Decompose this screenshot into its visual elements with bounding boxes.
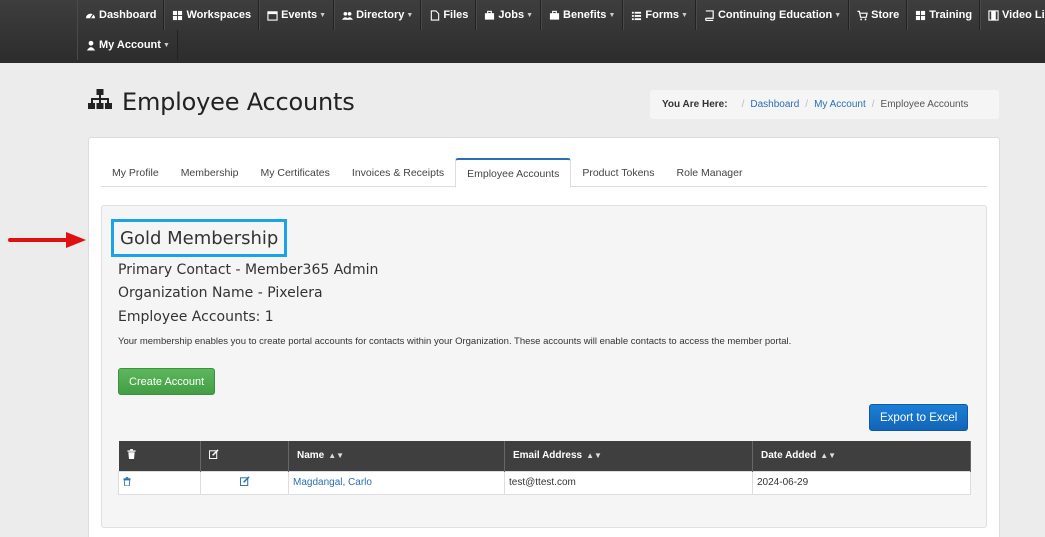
grid-icon bbox=[915, 10, 926, 21]
caret-down-icon: ▼ bbox=[526, 11, 534, 19]
top-navbar: Dashboard Workspaces Events ▼ Directory ▼ … bbox=[0, 0, 1045, 63]
column-edit bbox=[200, 441, 289, 471]
dashboard-icon bbox=[85, 10, 96, 21]
nav-my-account[interactable]: My Account ▼ bbox=[77, 30, 178, 60]
caret-down-icon: ▼ bbox=[319, 11, 327, 19]
nav-row-primary: Dashboard Workspaces Events ▼ Directory ▼ … bbox=[77, 0, 1045, 30]
account-tabs: My Profile Membership My Certificates In… bbox=[101, 158, 987, 188]
nav-directory[interactable]: Directory ▼ bbox=[334, 0, 422, 30]
list-icon bbox=[631, 10, 642, 21]
page-header: Employee Accounts bbox=[88, 88, 355, 116]
primary-contact: Primary Contact - Member365 Admin bbox=[118, 262, 379, 278]
row-date-added: 2024-06-29 bbox=[752, 470, 971, 495]
nav-training[interactable]: Training bbox=[907, 0, 981, 30]
caret-down-icon: ▼ bbox=[608, 11, 616, 19]
tab-my-profile[interactable]: My Profile bbox=[101, 158, 170, 187]
export-to-excel-button[interactable]: Export to Excel bbox=[869, 404, 969, 431]
membership-panel: Gold Membership Primary Contact - Member… bbox=[101, 205, 987, 528]
briefcase-icon bbox=[549, 10, 560, 21]
tab-employee-accounts[interactable]: Employee Accounts bbox=[455, 158, 572, 188]
employee-accounts-count: Employee Accounts: 1 bbox=[118, 309, 274, 325]
breadcrumb-label: You Are Here: bbox=[662, 99, 728, 110]
breadcrumb-my-account[interactable]: My Account bbox=[814, 99, 866, 110]
membership-title: Gold Membership bbox=[111, 219, 288, 257]
briefcase-icon bbox=[484, 10, 495, 21]
breadcrumb-current: Employee Accounts bbox=[880, 99, 969, 110]
breadcrumb-separator: / bbox=[805, 99, 809, 110]
column-delete bbox=[118, 441, 201, 471]
tab-invoices-receipts[interactable]: Invoices & Receipts bbox=[341, 158, 455, 187]
edit-icon[interactable] bbox=[239, 476, 250, 489]
nav-store[interactable]: Store bbox=[849, 0, 908, 30]
tab-role-manager[interactable]: Role Manager bbox=[666, 158, 754, 187]
tab-membership[interactable]: Membership bbox=[170, 158, 250, 187]
sort-icon: ▲▼ bbox=[586, 451, 602, 461]
employee-accounts-table: Name ▲▼ Email Address ▲▼ Date Added ▲▼ Magd… bbox=[118, 441, 971, 495]
grid-icon bbox=[172, 10, 183, 21]
nav-video-library[interactable]: Video Library bbox=[980, 0, 1045, 30]
tab-product-tokens[interactable]: Product Tokens bbox=[571, 158, 665, 187]
row-edit-cell bbox=[200, 470, 289, 495]
membership-note: Your membership enables you to create po… bbox=[118, 336, 792, 347]
breadcrumb: You Are Here: / Dashboard / My Account /… bbox=[650, 90, 999, 119]
user-icon bbox=[85, 40, 96, 51]
film-icon bbox=[988, 9, 999, 21]
column-name[interactable]: Name ▲▼ bbox=[288, 441, 505, 471]
calendar-icon bbox=[267, 10, 278, 21]
nav-files[interactable]: Files bbox=[421, 0, 477, 30]
row-email: test@ttest.com bbox=[504, 470, 753, 495]
sort-icon: ▲▼ bbox=[820, 451, 837, 461]
edit-icon bbox=[208, 449, 219, 462]
book-icon bbox=[704, 9, 715, 21]
sitemap-icon bbox=[88, 88, 112, 116]
table-header-row: Name ▲▼ Email Address ▲▼ Date Added ▲▼ bbox=[118, 441, 971, 471]
breadcrumb-dashboard[interactable]: Dashboard bbox=[750, 99, 799, 110]
breadcrumb-separator: / bbox=[741, 99, 745, 110]
tab-my-certificates[interactable]: My Certificates bbox=[249, 158, 340, 187]
nav-benefits[interactable]: Benefits ▼ bbox=[541, 0, 624, 30]
row-name[interactable]: Magdangal, Carlo bbox=[288, 470, 505, 495]
nav-continuing-education[interactable]: Continuing Education ▼ bbox=[695, 0, 850, 30]
cart-icon bbox=[857, 10, 868, 21]
sort-icon: ▲▼ bbox=[328, 451, 345, 461]
caret-down-icon: ▼ bbox=[406, 11, 414, 19]
caret-down-icon: ▼ bbox=[162, 41, 170, 49]
nav-jobs[interactable]: Jobs ▼ bbox=[476, 0, 542, 30]
trash-icon[interactable] bbox=[123, 476, 131, 489]
organization-name: Organization Name - Pixelera bbox=[118, 285, 323, 301]
trash-icon bbox=[126, 449, 136, 462]
create-account-button[interactable]: Create Account bbox=[118, 368, 216, 395]
page-title: Employee Accounts bbox=[122, 88, 355, 116]
annotation-arrow-icon bbox=[8, 232, 86, 253]
column-email[interactable]: Email Address ▲▼ bbox=[504, 441, 753, 471]
users-icon bbox=[342, 10, 354, 21]
nav-forms[interactable]: Forms ▼ bbox=[623, 0, 696, 30]
row-delete-cell bbox=[118, 470, 201, 495]
column-date-added[interactable]: Date Added ▲▼ bbox=[752, 441, 971, 471]
table-row: Magdangal, Carlo test@ttest.com 2024-06-… bbox=[118, 470, 971, 495]
nav-row-secondary: My Account ▼ bbox=[77, 30, 178, 60]
nav-workspaces[interactable]: Workspaces bbox=[164, 0, 260, 30]
nav-dashboard[interactable]: Dashboard bbox=[77, 0, 165, 30]
account-card: My Profile Membership My Certificates In… bbox=[88, 137, 1000, 537]
nav-events[interactable]: Events ▼ bbox=[259, 0, 335, 30]
breadcrumb-separator: / bbox=[871, 99, 875, 110]
file-icon bbox=[429, 9, 440, 21]
caret-down-icon: ▼ bbox=[681, 11, 688, 19]
caret-down-icon: ▼ bbox=[834, 11, 842, 19]
